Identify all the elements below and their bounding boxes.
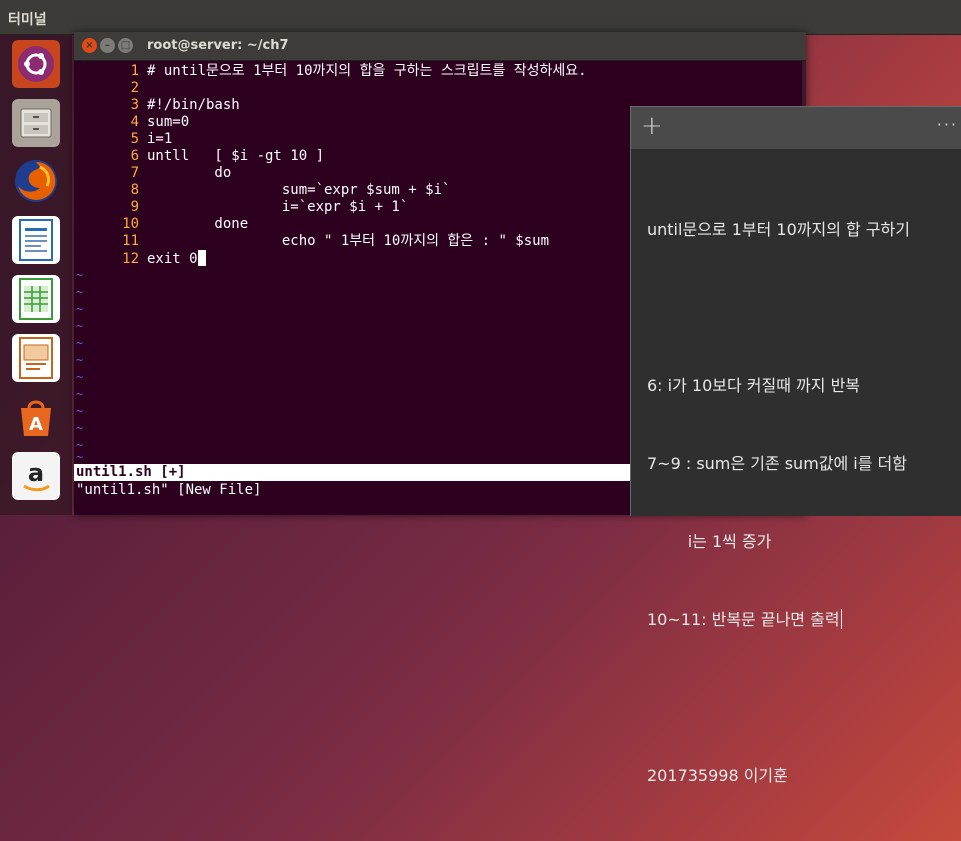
code-line: 7 do — [74, 165, 232, 182]
note-line: 201735998 이기훈 — [647, 766, 788, 785]
line-text: done — [147, 216, 249, 232]
code-line: 9 i=`expr $i + 1` — [74, 199, 409, 216]
line-number: 2 — [130, 80, 139, 96]
svg-text:A: A — [29, 414, 43, 435]
close-icon: × — [85, 40, 94, 51]
app-title: 터미널 — [8, 12, 47, 28]
line-number: 8 — [130, 182, 139, 198]
libreoffice-impress-icon[interactable] — [12, 334, 60, 382]
more-options-icon[interactable]: ··· — [937, 115, 958, 134]
line-number: 5 — [130, 131, 139, 147]
vim-message-line: "until1.sh" [New File] — [76, 482, 262, 498]
code-line: 4 sum=0 — [74, 114, 190, 131]
code-line: 5 i=1 — [74, 131, 173, 148]
code-line: 10 done — [74, 216, 248, 233]
software-center-icon[interactable]: A — [12, 393, 60, 441]
minimize-icon: – — [105, 40, 110, 51]
empty-line-marker: ~ — [76, 404, 84, 418]
maximize-button[interactable]: □ — [118, 38, 133, 53]
terminal-titlebar[interactable]: × – □ root@server: ~/ch7 — [74, 32, 806, 61]
empty-line-marker: ~ — [76, 319, 84, 333]
code-line: 6 untll [ $i -gt 10 ] — [74, 148, 324, 165]
empty-line-marker: ~ — [76, 302, 84, 316]
note-line-text: 10~11: 반복문 끝나면 출력 — [647, 610, 840, 629]
svg-text:a: a — [28, 459, 44, 487]
text-cursor — [197, 250, 206, 266]
note-line: 6: i가 10보다 커질때 까지 반복 — [647, 376, 861, 395]
sticky-note-text[interactable]: until문으로 1부터 10까지의 합 구하기 6: i가 10보다 커질때 … — [647, 165, 910, 841]
terminal-title: root@server: ~/ch7 — [147, 38, 289, 53]
line-number: 9 — [130, 199, 139, 215]
note-line: until문으로 1부터 10까지의 합 구하기 — [647, 220, 910, 239]
line-number: 3 — [130, 97, 139, 113]
empty-line-marker: ~ — [76, 353, 84, 367]
sticky-note-header[interactable]: + ··· — [631, 107, 961, 149]
line-number: 11 — [122, 233, 139, 249]
line-text: i=1 — [147, 131, 173, 147]
empty-line-marker: ~ — [76, 268, 84, 282]
code-line: 12 exit 0 — [74, 250, 206, 267]
line-text: sum=`expr $sum + $i` — [147, 182, 451, 198]
line-number: 6 — [130, 148, 139, 164]
code-line: 2 — [74, 80, 147, 97]
amazon-icon[interactable]: a — [12, 452, 60, 500]
line-text: do — [147, 165, 232, 181]
line-number: 12 — [122, 251, 139, 267]
code-line: 8 sum=`expr $sum + $i` — [74, 182, 451, 199]
add-note-icon[interactable]: + — [641, 113, 663, 139]
line-number: 7 — [130, 165, 139, 181]
empty-line-marker: ~ — [76, 336, 84, 350]
line-number: 4 — [130, 114, 139, 130]
empty-line-marker: ~ — [76, 285, 84, 299]
sticky-note[interactable]: + ··· until문으로 1부터 10까지의 합 구하기 6: i가 10보… — [630, 106, 961, 785]
note-line — [647, 295, 910, 321]
line-text: untll [ $i -gt 10 ] — [147, 148, 325, 164]
close-button[interactable]: × — [82, 38, 97, 53]
libreoffice-calc-icon[interactable] — [12, 275, 60, 323]
code-line: 1 # until문으로 1부터 10까지의 합을 구하는 스크립트를 작성하세요… — [74, 63, 587, 80]
minimize-button[interactable]: – — [100, 38, 115, 53]
ubuntu-dash-icon[interactable] — [12, 40, 60, 88]
line-text: i=`expr $i + 1` — [147, 199, 409, 215]
line-text: echo " 1부터 10까지의 합은 : " $sum — [147, 233, 550, 249]
top-panel: 터미널 — [0, 0, 961, 35]
empty-line-marker: ~ — [76, 421, 84, 435]
text-caret — [840, 609, 842, 629]
line-text: exit 0 — [147, 251, 198, 267]
file-manager-icon[interactable] — [12, 99, 60, 147]
firefox-icon[interactable] — [12, 157, 60, 205]
libreoffice-writer-icon[interactable] — [12, 216, 60, 264]
note-line: 7~9 : sum은 기존 sum값에 i를 더함 — [647, 454, 908, 473]
code-line: 3 #!/bin/bash — [74, 97, 240, 114]
line-number: 10 — [122, 216, 139, 232]
empty-line-marker: ~ — [76, 370, 84, 384]
maximize-icon: □ — [120, 40, 131, 51]
note-line — [647, 685, 910, 711]
line-number: 1 — [130, 63, 139, 79]
empty-line-marker: ~ — [76, 387, 84, 401]
code-line: 11 echo " 1부터 10까지의 합은 : " $sum — [74, 233, 549, 250]
note-line: 10~11: 반복문 끝나면 출력 — [647, 607, 910, 633]
note-line: i는 1씩 증가 — [647, 532, 772, 551]
line-text: #!/bin/bash — [147, 97, 240, 113]
launcher-bar: A a — [0, 35, 72, 515]
line-text: sum=0 — [147, 114, 190, 130]
line-text: # until문으로 1부터 10까지의 합을 구하는 스크립트를 작성하세요. — [147, 63, 587, 79]
